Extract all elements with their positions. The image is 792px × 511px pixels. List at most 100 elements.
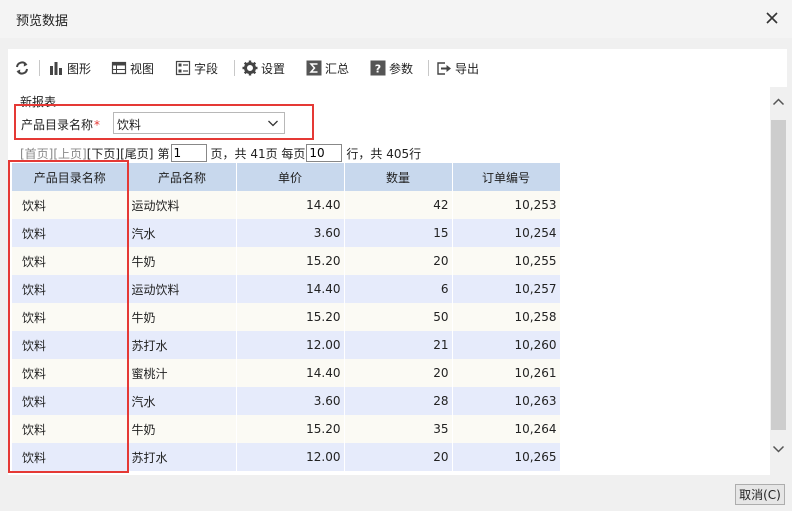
cell-product: 苏打水 [128,331,237,359]
cell-quantity: 20 [344,359,453,387]
view-button[interactable]: 视图 [111,59,154,77]
cell-order-id: 10,263 [452,387,561,415]
close-icon [766,12,778,24]
bar-chart-icon [48,60,64,76]
cell-product: 运动饮料 [128,275,237,303]
cell-order-id: 10,261 [452,359,561,387]
cell-quantity: 6 [344,275,453,303]
scroll-up-icon[interactable] [772,96,785,111]
cell-category: 饮料 [12,387,129,415]
cell-order-id: 10,257 [452,275,561,303]
page-size-input[interactable] [306,144,343,162]
cell-price: 12.00 [236,443,345,471]
cell-quantity: 42 [344,191,453,219]
help-question-icon: ? [370,60,386,76]
column-header-category[interactable]: 产品目录名称 [12,163,129,191]
refresh-icon [14,60,30,76]
scroll-down-icon[interactable] [772,443,785,458]
field-list-icon [175,60,191,76]
cell-category: 饮料 [12,219,129,247]
cell-order-id: 10,258 [452,303,561,331]
cell-price: 3.60 [236,219,345,247]
pager-page-prefix: 第 [157,146,170,161]
chart-button-label: 图形 [67,61,92,76]
page-number-input[interactable] [170,144,207,162]
view-button-label: 视图 [130,61,155,76]
column-header-order-id[interactable]: 订单编号 [452,163,561,191]
field-button[interactable]: 字段 [175,59,218,77]
cell-order-id: 10,253 [452,191,561,219]
cell-order-id: 10,260 [452,331,561,359]
pager-page-suffix: 页，共 41页 每页 [210,146,306,161]
column-header-price[interactable]: 单价 [236,163,345,191]
data-table: 产品目录名称 产品名称 单价 数量 订单编号 饮料 运动饮料 14.40 42 … [12,163,561,471]
cell-price: 12.00 [236,331,345,359]
cell-quantity: 21 [344,331,453,359]
cell-product: 牛奶 [128,415,237,443]
cell-product: 汽水 [128,219,237,247]
cell-category: 饮料 [12,303,129,331]
cell-price: 3.60 [236,387,345,415]
scrollbar-thumb[interactable] [771,120,786,430]
export-icon [436,60,452,76]
dialog-title: 预览数据 [16,14,69,29]
chart-button[interactable]: 图形 [48,59,91,77]
table-row: 饮料 牛奶 15.20 20 10,255 [12,247,561,275]
chevron-down-icon [267,117,279,132]
summary-button[interactable]: 汇总 [306,59,349,77]
table-row: 饮料 苏打水 12.00 20 10,265 [12,443,561,471]
params-button[interactable]: ? 参数 [370,59,413,77]
settings-button-label: 设置 [261,61,286,76]
table-row: 饮料 运动饮料 14.40 42 10,253 [12,191,561,219]
report-area: 新报表 产品目录名称* 饮料 [首页] [上页] [下页] [尾页] 第 页，共… [8,89,770,475]
toolbar-separator [234,60,235,76]
category-select-value: 饮料 [117,118,142,132]
cell-quantity: 15 [344,219,453,247]
settings-button[interactable]: 设置 [242,59,285,77]
cell-category: 饮料 [12,415,129,443]
cell-order-id: 10,264 [452,415,561,443]
parameter-label-text: 产品目录名称 [21,118,94,132]
cell-category: 饮料 [12,443,129,471]
cell-quantity: 35 [344,415,453,443]
refresh-button[interactable] [14,59,33,77]
column-header-product[interactable]: 产品名称 [128,163,237,191]
cancel-button[interactable]: 取消(C) [735,484,785,505]
cell-category: 饮料 [12,191,129,219]
cell-category: 饮料 [12,275,129,303]
close-button[interactable] [762,8,782,28]
column-header-quantity[interactable]: 数量 [344,163,453,191]
pager-rows-suffix: 行，共 405行 [346,146,422,161]
vertical-scrollbar[interactable] [770,87,787,475]
cell-price: 15.20 [236,247,345,275]
table-row: 饮料 苏打水 12.00 21 10,260 [12,331,561,359]
cell-product: 牛奶 [128,247,237,275]
preview-content: 图形 视图 字段 设置 汇总 ? 参数 导出 新报表 产品目录名称* 饮料 [首… [8,49,787,475]
gear-icon [242,60,258,76]
pager-next-link[interactable]: [下页] [87,145,120,162]
cell-order-id: 10,265 [452,443,561,471]
pager-first-link[interactable]: [首页] [20,145,53,162]
pagination-bar: [首页] [上页] [下页] [尾页] 第 页，共 41页 每页 行，共 405… [20,144,421,162]
table-row: 饮料 运动饮料 14.40 6 10,257 [12,275,561,303]
table-row: 饮料 牛奶 15.20 35 10,264 [12,415,561,443]
table-row: 饮料 汽水 3.60 28 10,263 [12,387,561,415]
cell-order-id: 10,254 [452,219,561,247]
pager-prev-link[interactable]: [上页] [53,145,86,162]
cell-product: 苏打水 [128,443,237,471]
table-row: 饮料 汽水 3.60 15 10,254 [12,219,561,247]
required-mark: * [94,118,101,132]
cell-product: 牛奶 [128,303,237,331]
cell-order-id: 10,255 [452,247,561,275]
cell-category: 饮料 [12,359,129,387]
export-button[interactable]: 导出 [436,59,479,77]
table-row: 饮料 牛奶 15.20 50 10,258 [12,303,561,331]
parameter-label: 产品目录名称* [21,116,100,133]
preview-data-dialog: 预览数据 图形 视图 字段 设置 汇总 ? 参数 导出 新报表 产品目录名称* … [0,0,792,511]
dialog-titlebar: 预览数据 [0,0,792,38]
pager-last-link[interactable]: [尾页] [120,145,153,162]
category-select[interactable]: 饮料 [113,112,285,134]
summary-button-label: 汇总 [325,61,350,76]
cell-product: 运动饮料 [128,191,237,219]
cell-quantity: 20 [344,443,453,471]
